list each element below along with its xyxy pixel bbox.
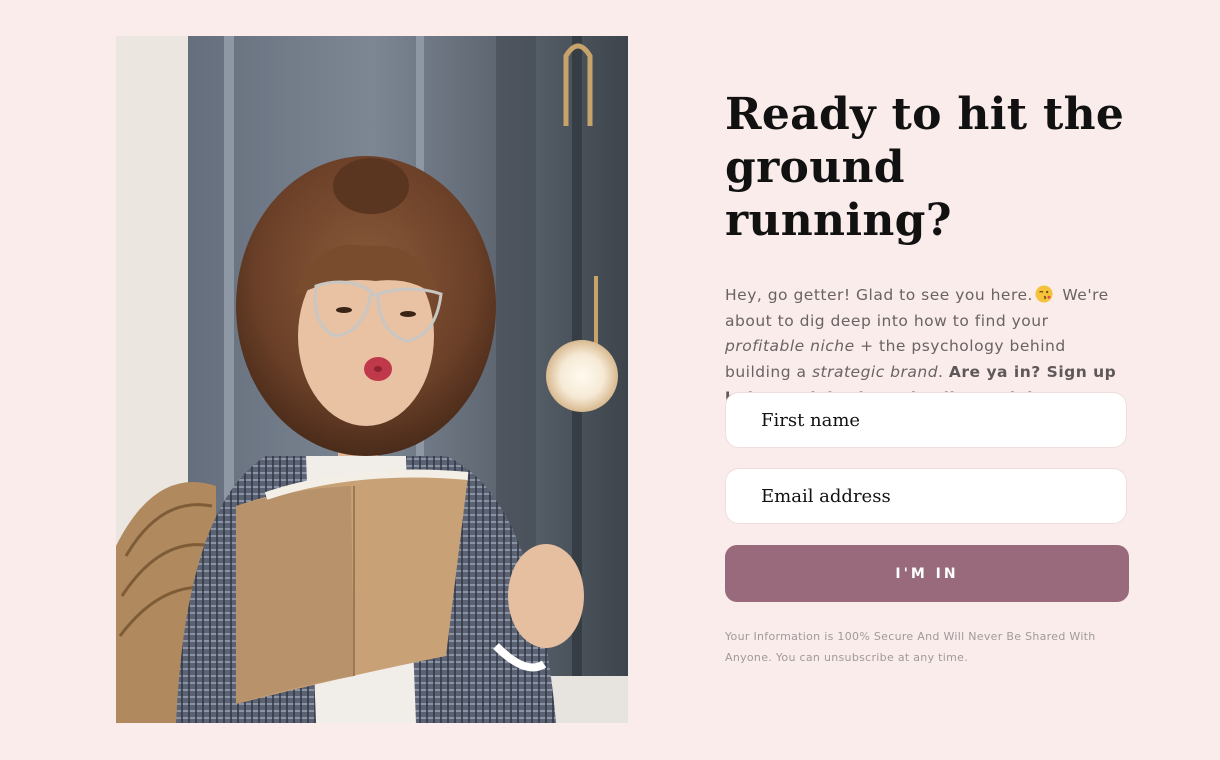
hero-photo bbox=[116, 36, 628, 723]
first-name-input[interactable] bbox=[725, 392, 1127, 448]
intro-greeting: Hey, go getter! Glad to see you here. bbox=[725, 286, 1033, 304]
winking-kiss-emoji-icon bbox=[1035, 285, 1053, 303]
privacy-disclaimer: Your Information is 100% Secure And Will… bbox=[725, 630, 1096, 664]
intro-emphasis-niche: profitable niche bbox=[725, 337, 855, 356]
headline-line-2: ground running? bbox=[725, 142, 952, 246]
intro-period: . bbox=[938, 363, 949, 382]
intro-emphasis-brand: strategic brand bbox=[811, 363, 939, 382]
woman-reading-illustration bbox=[116, 36, 628, 723]
page-headline: Ready to hit the ground running? bbox=[725, 88, 1130, 247]
email-input[interactable] bbox=[725, 468, 1127, 524]
signup-page: Ready to hit the ground running? Hey, go… bbox=[0, 0, 1220, 760]
im-in-submit-button[interactable]: I'M IN bbox=[725, 545, 1129, 602]
signup-content: Ready to hit the ground running? Hey, go… bbox=[725, 88, 1130, 664]
headline-line-1: Ready to hit the bbox=[725, 89, 1125, 140]
